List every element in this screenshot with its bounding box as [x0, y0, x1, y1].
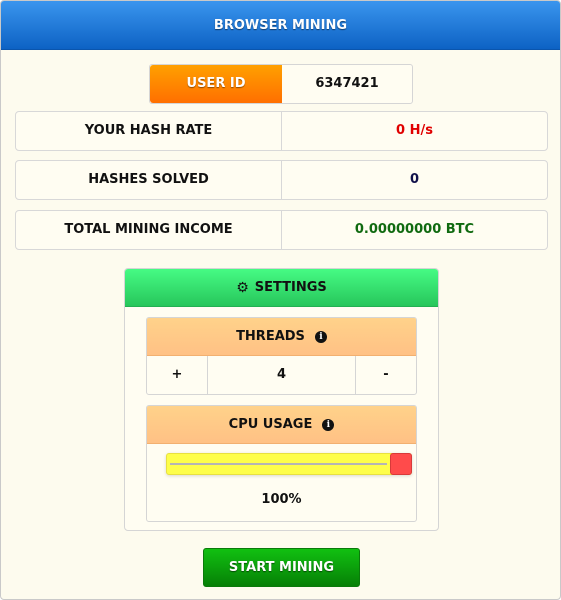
- cpu-usage-box: CPU USAGE i 100%: [146, 405, 417, 522]
- threads-plus-button[interactable]: +: [147, 356, 208, 394]
- cpu-usage-label: CPU USAGE: [228, 417, 313, 432]
- hash-rate-row: YOUR HASH RATE 0 H/s: [15, 111, 548, 151]
- browser-mining-panel: BROWSER MINING USER ID 6347421 YOUR HASH…: [0, 0, 561, 600]
- threads-label: THREADS: [236, 329, 305, 344]
- threads-stepper: + 4 -: [147, 356, 416, 394]
- slider-track[interactable]: [166, 453, 412, 475]
- start-mining-button[interactable]: START MINING: [203, 548, 360, 587]
- hash-rate-label: YOUR HASH RATE: [16, 112, 282, 150]
- threads-box: THREADS i + 4 -: [146, 317, 417, 395]
- panel-title: BROWSER MINING: [1, 1, 560, 50]
- mining-income-row: TOTAL MINING INCOME 0.00000000 BTC: [15, 210, 548, 250]
- user-id-label: USER ID: [150, 65, 282, 103]
- settings-panel: ⚙ SETTINGS THREADS i + 4 - CPU USAGE i 1…: [124, 268, 439, 531]
- hashes-solved-value: 0: [409, 172, 420, 187]
- settings-header: ⚙ SETTINGS: [125, 269, 438, 307]
- info-icon[interactable]: i: [314, 330, 327, 343]
- cpu-usage-value: 100%: [261, 492, 302, 507]
- threads-minus-button[interactable]: -: [356, 356, 416, 394]
- mining-income-label: TOTAL MINING INCOME: [16, 211, 282, 249]
- cpu-usage-header: CPU USAGE i: [147, 406, 416, 444]
- hashes-solved-label: HASHES SOLVED: [16, 161, 282, 199]
- slider-handle[interactable]: [390, 453, 412, 475]
- info-icon[interactable]: i: [322, 418, 335, 431]
- settings-title: SETTINGS: [254, 279, 327, 295]
- user-id-value: 6347421: [315, 76, 379, 91]
- mining-income-value: 0.00000000 BTC: [354, 222, 475, 237]
- user-id-box: USER ID 6347421: [149, 64, 413, 104]
- gear-icon: ⚙: [236, 279, 249, 296]
- threads-value: 4: [208, 356, 356, 394]
- cpu-usage-slider[interactable]: [147, 444, 416, 492]
- hashes-solved-row: HASHES SOLVED 0: [15, 160, 548, 200]
- threads-header: THREADS i: [147, 318, 416, 356]
- hash-rate-value: 0 H/s: [396, 123, 433, 138]
